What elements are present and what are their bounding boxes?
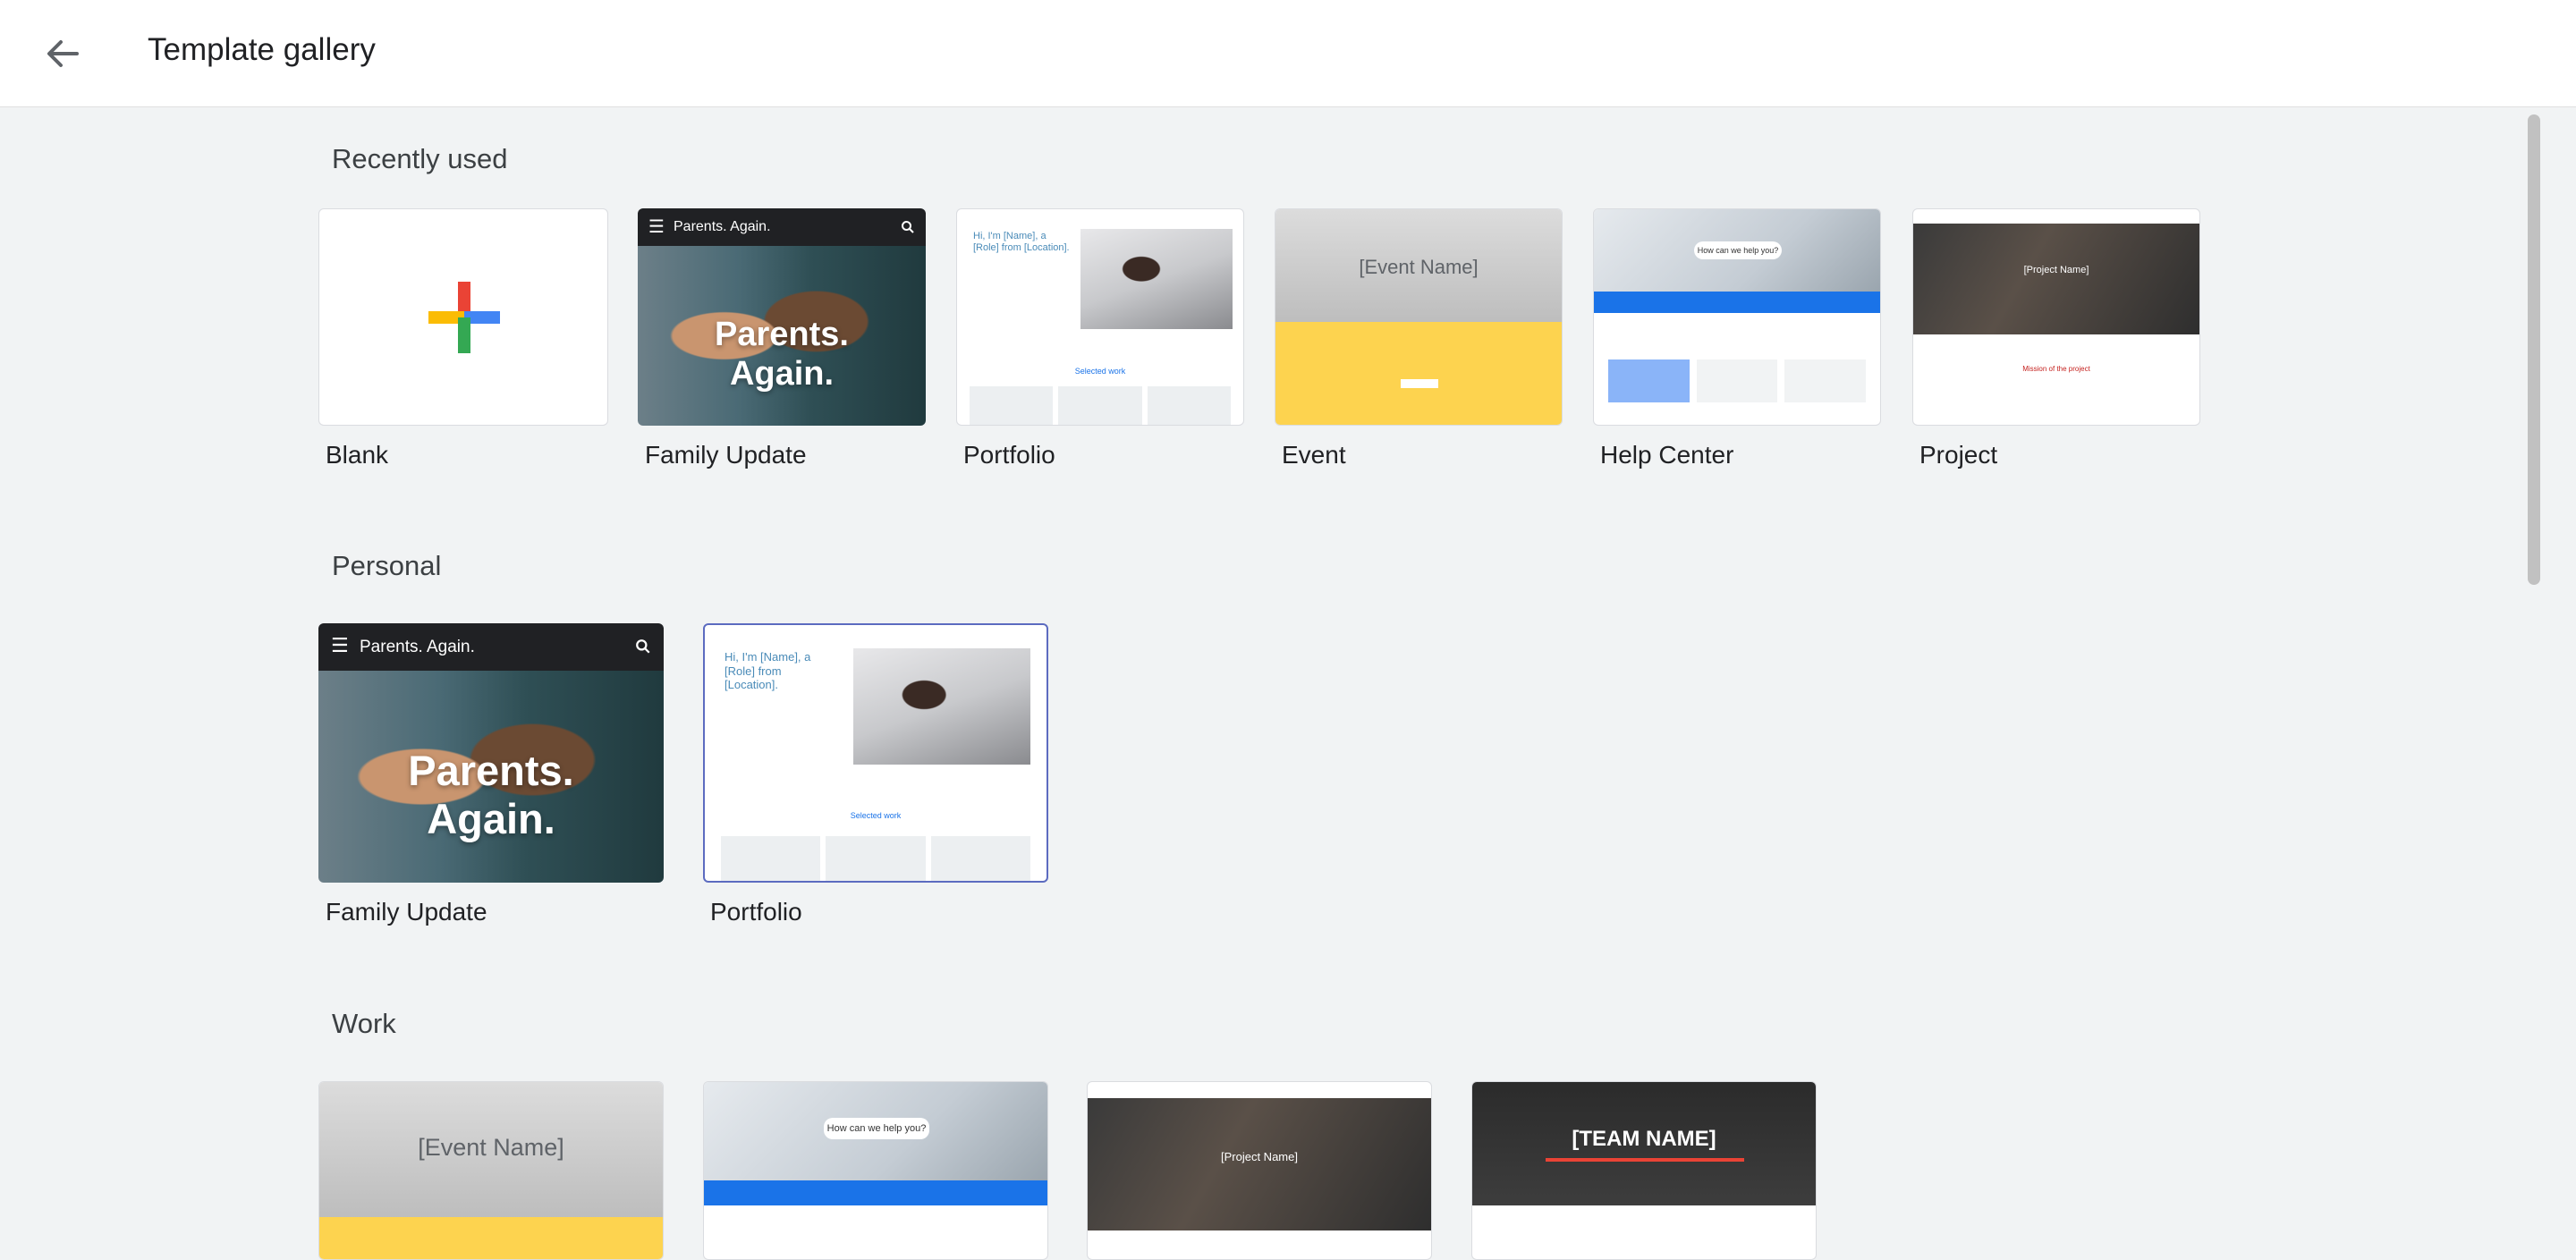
- portfolio-grid: [970, 386, 1231, 425]
- template-thumbnail: Hi, I'm [Name], a [Role] from [Location]…: [956, 208, 1244, 426]
- headline-line-1: Parents.: [715, 316, 849, 353]
- portfolio-photo: [1080, 229, 1233, 329]
- team-underline: [1546, 1158, 1744, 1162]
- template-card-project[interactable]: [Project Name]: [1087, 1081, 1432, 1260]
- template-thumbnail: [Project Name]: [1087, 1081, 1432, 1260]
- menu-icon: ☰: [648, 217, 665, 237]
- project-name: [Project Name]: [2023, 265, 2089, 275]
- page-title: Template gallery: [148, 32, 376, 67]
- project-hero: [1088, 1098, 1431, 1230]
- template-label: Blank: [326, 441, 389, 469]
- top-bar: Template gallery: [0, 0, 2576, 107]
- selected-work-label: Selected work: [850, 811, 902, 820]
- event-cta: [1401, 379, 1438, 388]
- help-band: [704, 1180, 1047, 1205]
- search-icon: [902, 221, 914, 233]
- headline-line-2: Again.: [729, 354, 835, 393]
- event-name: [Event Name]: [418, 1134, 564, 1161]
- template-thumbnail: [Event Name]: [1275, 208, 1563, 426]
- section-title-recently-used: Recently used: [332, 143, 508, 174]
- template-card-event[interactable]: [Event Name] Event: [1275, 208, 1563, 477]
- template-label: Help Center: [1600, 441, 1734, 469]
- template-thumbnail: How can we help you?: [1593, 208, 1881, 426]
- menu-icon: ☰: [331, 634, 349, 656]
- event-banner: [1275, 322, 1562, 425]
- template-card-team[interactable]: [TEAM NAME]: [1471, 1081, 1817, 1260]
- headline: Parents. Again.: [638, 316, 926, 393]
- arrow-back-icon: [47, 40, 79, 67]
- thumbnail-header: ☰ Parents. Again.: [638, 208, 926, 246]
- selected-work-label: Selected work: [1074, 367, 1126, 376]
- portfolio-intro: Hi, I'm [Name], a [Role] from [Location]…: [724, 650, 811, 692]
- template-card-help-center[interactable]: How can we help you? Help Center: [1593, 208, 1881, 477]
- template-card-portfolio[interactable]: Hi, I'm [Name], a [Role] from [Location]…: [956, 208, 1244, 477]
- template-thumbnail: [Event Name]: [318, 1081, 664, 1260]
- section-title-personal: Personal: [332, 550, 442, 581]
- thumbnail-header: ☰ Parents. Again.: [318, 623, 664, 671]
- template-card-project[interactable]: [Project Name] Mission of the project Pr…: [1912, 208, 2200, 477]
- template-label: Portfolio: [710, 898, 802, 926]
- template-label: Event: [1282, 441, 1346, 469]
- template-thumbnail: How can we help you?: [703, 1081, 1048, 1260]
- event-name: [Event Name]: [1359, 256, 1479, 278]
- template-card-family-update[interactable]: ☰ Parents. Again. Parents. Again. Family…: [318, 623, 664, 936]
- template-thumbnail: Hi, I'm [Name], a [Role] from [Location]…: [703, 623, 1048, 883]
- site-brand: Parents. Again.: [360, 638, 475, 656]
- back-button[interactable]: [36, 27, 89, 80]
- template-thumbnail: [318, 208, 608, 426]
- template-card-blank[interactable]: Blank: [318, 208, 608, 477]
- template-label: Family Update: [326, 898, 487, 926]
- template-card-event[interactable]: [Event Name]: [318, 1081, 664, 1260]
- section-title-work: Work: [332, 1008, 396, 1039]
- team-name: [TEAM NAME]: [1572, 1127, 1716, 1151]
- template-card-portfolio[interactable]: Hi, I'm [Name], a [Role] from [Location]…: [703, 623, 1048, 936]
- help-tiles: [1608, 359, 1867, 402]
- project-name: [Project Name]: [1221, 1150, 1298, 1163]
- template-thumbnail: ☰ Parents. Again. Parents. Again.: [318, 623, 664, 883]
- template-card-help-center[interactable]: How can we help you?: [703, 1081, 1048, 1260]
- portfolio-intro: Hi, I'm [Name], a [Role] from [Location]…: [973, 231, 1070, 254]
- vertical-scrollbar[interactable]: [2528, 114, 2540, 585]
- template-thumbnail: [TEAM NAME]: [1471, 1081, 1817, 1260]
- template-card-family-update[interactable]: ☰ Parents. Again. Parents. Again. Family…: [638, 208, 926, 477]
- help-question: How can we help you?: [1694, 241, 1782, 259]
- template-thumbnail: [Project Name] Mission of the project: [1912, 208, 2200, 426]
- portfolio-grid: [721, 836, 1030, 881]
- project-mission: Mission of the project: [2022, 365, 2090, 373]
- site-brand: Parents. Again.: [674, 219, 771, 234]
- search-icon: [636, 639, 650, 654]
- event-banner: [319, 1217, 663, 1259]
- help-question: How can we help you?: [824, 1118, 929, 1139]
- project-hero: [1913, 224, 2199, 334]
- headline: Parents. Again.: [318, 747, 664, 843]
- headline-line-2: Again.: [427, 795, 555, 843]
- template-label: Family Update: [645, 441, 807, 469]
- template-label: Project: [1919, 441, 1998, 469]
- help-band: [1594, 292, 1880, 313]
- plus-icon: [428, 282, 500, 353]
- template-thumbnail: ☰ Parents. Again. Parents. Again.: [638, 208, 926, 426]
- portfolio-photo: [853, 648, 1030, 765]
- headline-line-1: Parents.: [408, 747, 574, 794]
- template-label: Portfolio: [963, 441, 1055, 469]
